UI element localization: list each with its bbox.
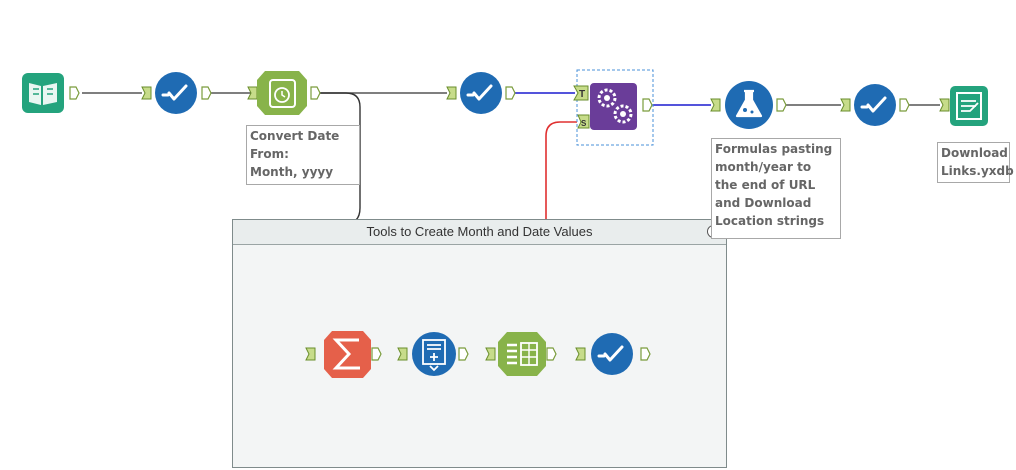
select-tool-3[interactable]	[840, 84, 910, 126]
tool-layer: T S	[22, 69, 988, 378]
input-anchor[interactable]	[575, 347, 586, 361]
output-anchor[interactable]	[371, 347, 382, 361]
output-anchor[interactable]	[776, 98, 787, 112]
annotation-convert-date: Convert Date From: Month, yyyy	[246, 125, 360, 185]
input-anchor[interactable]	[141, 86, 152, 100]
input-tool[interactable]	[22, 73, 80, 113]
input-anchor[interactable]	[710, 98, 721, 112]
input-anchor[interactable]	[939, 98, 950, 112]
summarize-tool[interactable]	[305, 331, 382, 378]
datetime-tool[interactable]	[247, 71, 321, 115]
batch-macro-icon[interactable]	[590, 83, 637, 130]
select-tool-1[interactable]	[141, 72, 212, 114]
input-anchor[interactable]	[305, 347, 316, 361]
batch-macro-tool[interactable]: T S	[573, 69, 654, 146]
formula-tool[interactable]	[710, 81, 787, 129]
anchor-s-label: S	[581, 119, 587, 128]
select-icon[interactable]	[155, 72, 197, 114]
output-anchor[interactable]	[546, 347, 557, 361]
anchor-s[interactable]: S	[577, 114, 590, 129]
annotation-download-links: Download Links.yxdb	[937, 142, 1014, 183]
input-anchor[interactable]	[247, 86, 258, 100]
anchor-t-label: T	[579, 89, 585, 100]
select-icon[interactable]	[854, 84, 896, 126]
output-anchor[interactable]	[640, 347, 651, 361]
select-icon[interactable]	[591, 333, 633, 375]
select-icon[interactable]	[460, 72, 502, 114]
output-tool[interactable]	[939, 86, 988, 126]
output-anchor[interactable]	[310, 86, 321, 100]
input-anchor[interactable]	[397, 347, 408, 361]
input-anchor[interactable]	[485, 347, 496, 361]
select-tool-2[interactable]	[446, 72, 516, 114]
anchor-t[interactable]: T	[573, 85, 589, 101]
crosstab-icon[interactable]	[498, 332, 546, 376]
output-anchor[interactable]	[69, 86, 80, 100]
output-anchor[interactable]	[642, 98, 653, 112]
select-tool-4[interactable]	[575, 333, 651, 375]
output-anchor[interactable]	[899, 98, 910, 112]
input-anchor[interactable]	[840, 98, 851, 112]
output-anchor[interactable]	[201, 86, 212, 100]
input-anchor[interactable]	[446, 86, 457, 100]
crosstab-tool[interactable]	[485, 332, 557, 376]
append-fields-tool[interactable]	[397, 332, 469, 376]
output-anchor[interactable]	[505, 86, 516, 100]
output-anchor[interactable]	[458, 347, 469, 361]
annotation-formulas: Formulas pasting month/year to the end o…	[711, 138, 841, 239]
